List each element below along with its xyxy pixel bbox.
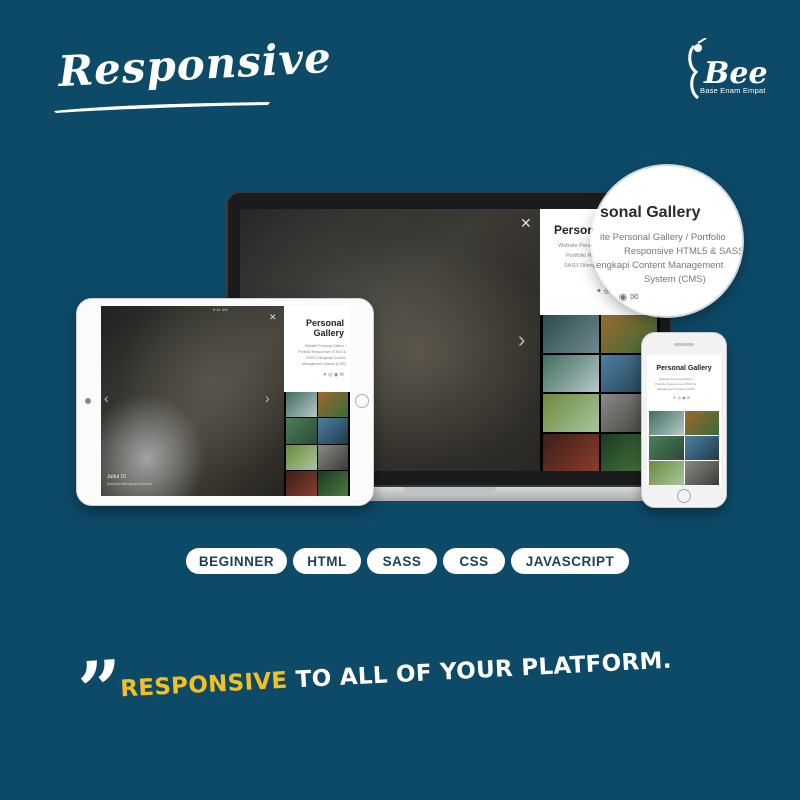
close-icon[interactable]: ✕ [269,312,277,323]
gallery-sidebar: Personal Gallery Website Personal Galler… [284,306,350,392]
thumbnail[interactable] [317,418,348,444]
chevron-left-icon[interactable]: ‹ [104,390,109,406]
thumbnail-grid [543,315,657,471]
tag-beginner: BEGINNER [186,548,287,574]
thumbnail[interactable] [684,461,719,485]
headline-responsive: Responsive [56,32,334,97]
laptop-notch [404,487,496,493]
thumbnail[interactable] [543,354,599,392]
thumbnail[interactable] [317,392,348,418]
quote-mark: ” [74,643,126,738]
phone-home-button[interactable] [677,489,691,503]
thumbnail[interactable] [684,436,719,460]
thumbnail[interactable] [649,411,684,435]
thumbnail[interactable] [649,436,684,460]
tablet-screen: 9:41 AM 100% ✕ ‹ › Judul 10 Subjudul dil… [101,306,350,496]
desc-line: Portfolio Responsive HTML5 & [298,350,346,354]
photo-caption-sub: Subjudul dilengkapi deskripsi [107,482,153,486]
zoom-line: System (CMS) [644,274,706,285]
thumbnail[interactable] [543,315,599,353]
phone-screen: Personal Gallery Website Personal Galler… [647,355,721,485]
thumbnail[interactable] [543,394,599,432]
thumbnail-grid [286,392,348,496]
gallery-title: Personal Gallery [305,318,344,339]
thumbnail[interactable] [317,444,348,470]
desc-line: Management System (CMS) [657,387,695,391]
slogan: RESPONSIVE TO ALL OF YOUR PLATFORM. [120,648,673,703]
thumbnail[interactable] [286,392,317,418]
thumbnail[interactable] [684,411,719,435]
thumbnail[interactable] [286,470,317,496]
slogan-rest: TO ALL OF YOUR PLATFORM. [295,647,673,694]
tag-javascript: JAVASCRIPT [511,548,629,574]
thumbnail[interactable] [286,444,317,470]
zoom-title: sonal Gallery [600,204,701,221]
brush-underline [54,102,270,113]
hero-photo [101,306,284,496]
tag-sass: SASS [367,548,437,574]
brand-subtitle: Base Enam Empat [700,86,766,95]
social-icons: ✦ ◎ ◉ ✉ [673,395,691,400]
tag-html: HTML [293,548,361,574]
zoom-line: ite Personal Gallery / Portfolio [600,232,726,243]
tablet-home-button[interactable] [355,394,369,408]
slogan-highlight: RESPONSIVE [119,667,289,703]
thumbnail[interactable] [317,470,348,496]
tablet-camera [85,398,91,404]
tag-list: BEGINNER HTML SASS CSS JAVASCRIPT [186,548,629,574]
thumbnail[interactable] [543,433,599,471]
zoom-line: Responsive HTML5 & SASS [624,246,742,257]
zoom-magnifier: sonal Gallery ite Personal Gallery / Por… [592,166,742,316]
desc-line: SASS Dilengkapi Content [306,356,346,360]
chevron-right-icon[interactable]: › [265,390,270,406]
thumbnail-grid [649,411,719,485]
desc-line: Management System (CMS) [301,362,346,366]
desc-line: Website Personal Gallery / [304,344,346,348]
zoom-line: lengkapi Content Management [594,260,724,271]
tag-css: CSS [443,548,505,574]
chevron-right-icon[interactable]: › [518,327,525,353]
desc-line: Website Personal Gallery / [659,377,695,381]
social-icons: ✦ ◎ ◉ ✉ [322,372,344,378]
thumbnail[interactable] [649,461,684,485]
social-icons: ✦ ◎ ◉ ✉ [596,292,639,303]
gallery-title: Personal Gallery [656,365,712,372]
thumbnail[interactable] [286,418,317,444]
desc-line: Portfolio Responsive HTML5 & [655,382,697,386]
status-time: 9:41 AM [213,307,228,312]
photo-caption: Judul 10 [107,474,126,480]
phone-speaker [674,343,694,346]
close-icon[interactable]: ✕ [520,215,532,232]
